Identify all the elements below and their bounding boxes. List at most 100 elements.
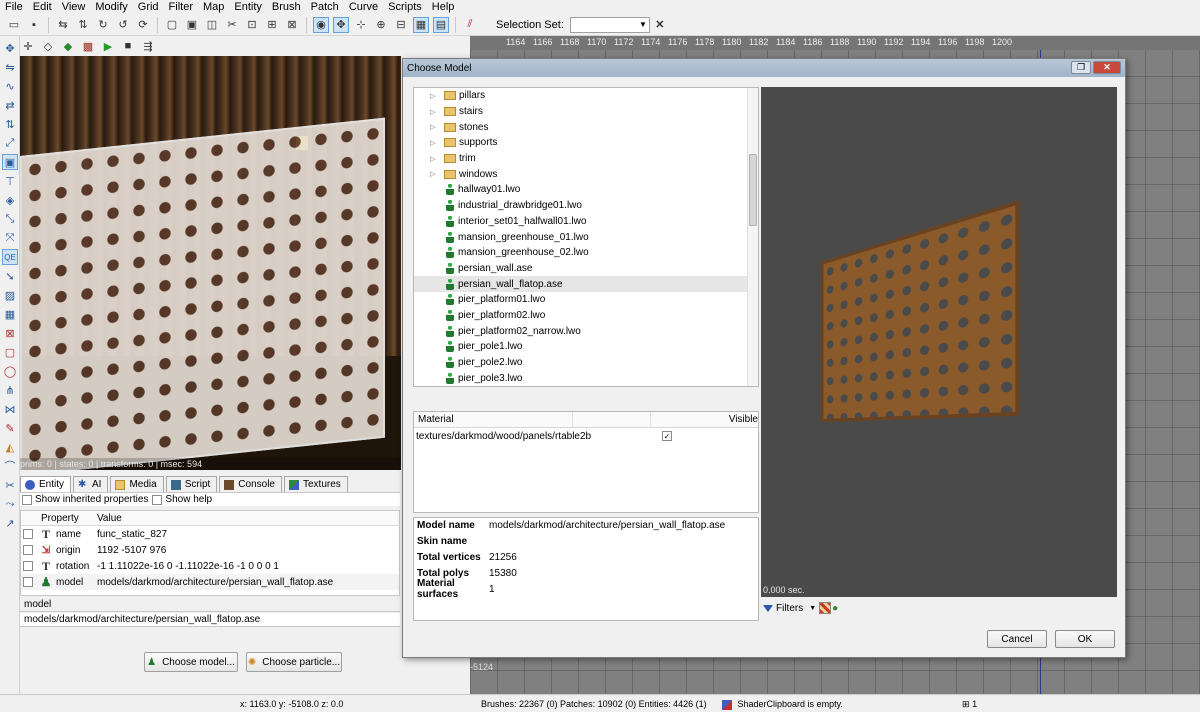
selection-set-combo[interactable]: ▼ [569, 16, 650, 33]
circle-icon[interactable]: ◯ [2, 363, 18, 379]
connect-icon[interactable]: ⤡ [2, 211, 18, 227]
translate-icon[interactable]: ▤ [433, 16, 449, 33]
pointer-icon[interactable]: ↗ [2, 515, 18, 531]
menu-entity[interactable]: Entity [229, 0, 267, 14]
play-icon[interactable]: ▶ [100, 38, 116, 54]
choose-model-button[interactable]: ♟ Choose model... [144, 652, 238, 672]
new-map-icon[interactable]: ▭ [6, 17, 22, 33]
spline-icon[interactable]: ⤳ [2, 496, 18, 512]
texture-lock-icon[interactable]: ⊡ [244, 17, 260, 33]
csg-subtract-icon[interactable]: ▢ [164, 17, 180, 33]
patch-icon[interactable]: ◈ [2, 192, 18, 208]
select-box-icon[interactable]: ▨ [2, 287, 18, 303]
move-icon[interactable]: ✥ [2, 40, 18, 56]
clipper-icon[interactable]: ✂ [224, 17, 240, 33]
rotate-y-icon[interactable]: ↺ [115, 17, 131, 33]
menu-map[interactable]: Map [198, 0, 229, 14]
qe-icon[interactable]: QE [2, 249, 18, 265]
wave-icon[interactable]: ∿ [2, 78, 18, 94]
tree-model-item[interactable]: hallway01.lwo [414, 182, 758, 198]
col-property[interactable]: Property [21, 511, 93, 525]
tree-icon[interactable]: ⋈ [2, 401, 18, 417]
menu-filter[interactable]: Filter [164, 0, 198, 14]
brush-icon[interactable]: ⊤ [2, 173, 18, 189]
tree-model-item[interactable]: persian_wall.ase [414, 261, 758, 277]
tree-model-item[interactable]: interior_set01_halfwall01.lwo [414, 214, 758, 230]
show-inherited-checkbox[interactable] [22, 494, 32, 505]
tab-textures[interactable]: Textures [283, 476, 348, 492]
row-checkbox[interactable] [23, 529, 33, 539]
show-help-checkbox[interactable] [152, 494, 163, 505]
tree-scrollbar[interactable] [747, 88, 758, 386]
row-checkbox[interactable] [23, 545, 33, 555]
texture-fit-icon[interactable]: ⊠ [2, 325, 18, 341]
tree-folder-item[interactable]: ▷ pillars [414, 88, 758, 104]
paint-icon[interactable]: ✎ [2, 420, 18, 436]
choose-particle-button[interactable]: ✺ Choose particle... [246, 652, 342, 672]
tree-model-item[interactable]: industrial_drawbridge01.lwo [414, 198, 758, 214]
close-button[interactable]: ✕ [1093, 61, 1121, 74]
mirror-z-icon[interactable]: ⇅ [2, 116, 18, 132]
model-preview[interactable]: 0.000 sec. [761, 87, 1117, 597]
tree-model-item[interactable]: pier_platform02_narrow.lwo [414, 323, 758, 339]
menu-scripts[interactable]: Scripts [383, 0, 427, 14]
tree-folder-item[interactable]: ▷ windows [414, 166, 758, 182]
hollow-icon[interactable]: ◫ [204, 17, 220, 33]
menu-brush[interactable]: Brush [267, 0, 306, 14]
tab-ai[interactable]: ✱ AI [73, 476, 109, 492]
tree-model-item[interactable]: pier_pole3.lwo [414, 370, 758, 386]
refresh-model-icon[interactable]: ● [832, 603, 838, 614]
cancel-button[interactable]: Cancel [987, 630, 1047, 648]
mirror-x-icon[interactable]: ⇋ [2, 59, 18, 75]
frame-icon[interactable]: ▢ [2, 344, 18, 360]
tree-folder-item[interactable]: ▷ stones [414, 119, 758, 135]
menu-view[interactable]: View [57, 0, 91, 14]
cube-icon[interactable]: ◇ [40, 38, 56, 54]
texture-toggle-icon[interactable] [819, 602, 832, 614]
link-icon[interactable]: ⤧ [2, 230, 18, 246]
menu-patch[interactable]: Patch [306, 0, 344, 14]
tab-script[interactable]: Script [165, 476, 218, 492]
tree-model-item[interactable]: mansion_greenhouse_02.lwo [414, 245, 758, 261]
csg-merge-icon[interactable]: ▣ [184, 17, 200, 33]
dialog-titlebar[interactable]: Choose Model [403, 59, 1125, 77]
mirror-y-icon[interactable]: ⇄ [2, 97, 18, 113]
tab-entity[interactable]: Entity [20, 476, 72, 492]
bucket-icon[interactable]: ◭ [2, 439, 18, 455]
clear-selection-set-icon[interactable]: ✕ [652, 17, 668, 33]
visible-checkbox[interactable]: ✓ [662, 431, 672, 441]
nodes-icon[interactable]: ⋔ [2, 382, 18, 398]
tab-media[interactable]: Media [110, 476, 164, 492]
rotate-icon[interactable]: ⤢ [2, 135, 18, 151]
save-icon[interactable]: ▪ [26, 17, 42, 33]
curve-icon[interactable]: ⌒ [2, 458, 18, 474]
menu-grid[interactable]: Grid [133, 0, 164, 14]
camera-view[interactable]: prims: 0 | states: 0 | transforms: 0 | m… [20, 56, 401, 470]
menu-edit[interactable]: Edit [28, 0, 57, 14]
col-visible[interactable]: Visible [649, 412, 758, 427]
texture-browser-icon[interactable]: ▣ [2, 154, 18, 170]
scale-icon[interactable]: ⫽ [462, 17, 478, 33]
col-value[interactable]: Value [93, 511, 122, 525]
tree-model-item[interactable]: pier_platform02.lwo [414, 308, 758, 324]
scissors-icon[interactable]: ✂ [2, 477, 18, 493]
restore-button[interactable]: ❐ [1071, 61, 1091, 74]
table-row[interactable]: Tname func_static_827 [21, 526, 399, 542]
grid-select-icon[interactable]: ▦ [2, 306, 18, 322]
tree-scrollbar-thumb[interactable] [749, 154, 757, 226]
tree-folder-item[interactable]: ▷ supports [414, 135, 758, 151]
table-row[interactable]: Trotation -1 1.11022e-16 0 -1.11022e-16 … [21, 558, 399, 574]
col-material[interactable]: Material [414, 412, 572, 427]
flip-y-icon[interactable]: ⇅ [75, 17, 91, 33]
menu-curve[interactable]: Curve [344, 0, 383, 14]
tree-model-item[interactable]: pier_pole2.lwo [414, 355, 758, 371]
drag-mode-icon[interactable]: ✥ [333, 16, 349, 33]
expand-arrow-icon[interactable]: ▷ [430, 108, 438, 116]
tab-console[interactable]: Console [219, 476, 282, 492]
tree-model-item[interactable]: pier_platform01.lwo [414, 292, 758, 308]
expand-arrow-icon[interactable]: ▷ [430, 123, 438, 131]
axis-icon[interactable]: ✛ [20, 38, 36, 54]
value-input[interactable]: models/darkmod/architecture/persian_wall… [20, 613, 400, 627]
material-row[interactable]: textures/darkmod/wood/panels/rtable2b ✓ [414, 428, 758, 444]
expand-arrow-icon[interactable]: ▷ [430, 155, 438, 163]
